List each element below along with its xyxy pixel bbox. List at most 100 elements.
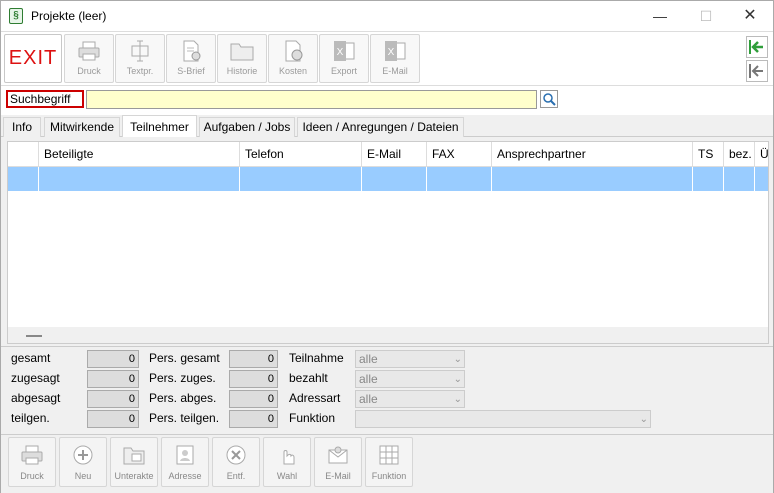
history-button[interactable]: Historie xyxy=(217,34,267,83)
main-window: § Projekte (leer) — ☐ ✕ EXIT Druck Textp… xyxy=(0,0,774,493)
folder-icon xyxy=(230,43,254,61)
filter-select-adressart[interactable]: alle ⌄ xyxy=(355,390,465,408)
tab-strip: Info Mitwirkende Teilnehmer Aufgaben / J… xyxy=(1,115,773,137)
column-header-bez[interactable]: bez. xyxy=(724,142,755,167)
persons-label-abges: Pers. abges. xyxy=(149,391,217,405)
filter-select-bezahlt[interactable]: alle ⌄ xyxy=(355,370,465,388)
chevron-down-icon: ⌄ xyxy=(453,374,462,385)
chevron-down-icon: ⌄ xyxy=(639,414,648,425)
excel-mail-icon: X xyxy=(385,41,406,61)
text-processing-icon xyxy=(131,40,149,62)
table-cell xyxy=(492,167,693,191)
count-label-gesamt: gesamt xyxy=(11,351,51,365)
tab-mitwirkende[interactable]: Mitwirkende xyxy=(44,117,120,137)
text-processing-button[interactable]: Textpr. xyxy=(115,34,165,83)
column-header-fax[interactable]: FAX xyxy=(427,142,492,167)
search-row: Suchbegriff xyxy=(1,85,773,115)
filter-value-teilnahme: alle xyxy=(359,352,378,366)
persons-label-zuges: Pers. zuges. xyxy=(149,371,216,385)
hand-pointer-icon xyxy=(283,450,295,465)
history-label: Historie xyxy=(226,66,258,76)
filter-select-funktion[interactable]: ⌄ xyxy=(355,410,651,428)
filter-label-bezahlt: bezahlt xyxy=(289,371,328,385)
new-label: Neu xyxy=(74,471,92,481)
search-button[interactable] xyxy=(540,90,558,108)
function-button[interactable]: Funktion xyxy=(365,437,413,487)
mail-icon xyxy=(328,446,348,464)
plus-icon xyxy=(73,445,93,465)
table-cell xyxy=(362,167,427,191)
bottom-print-button[interactable]: Druck xyxy=(8,437,56,487)
tab-ideen-anregungen-dateien[interactable]: Ideen / Anregungen / Dateien xyxy=(297,117,464,137)
email-button[interactable]: X E-Mail xyxy=(370,34,420,83)
printer-icon xyxy=(21,445,43,465)
app-icon: § xyxy=(9,8,23,24)
exit-button[interactable]: EXIT xyxy=(4,34,62,83)
select-label: Wahl xyxy=(276,471,298,481)
delete-label: Entf. xyxy=(226,471,246,481)
tab-teilnehmer[interactable]: Teilnehmer xyxy=(122,115,197,137)
search-input[interactable] xyxy=(86,90,537,109)
splitter-grip[interactable] xyxy=(26,335,42,337)
grid-icon xyxy=(379,445,399,465)
table-cell xyxy=(8,167,39,191)
column-header-ansprechpartner[interactable]: Ansprechpartner xyxy=(492,142,693,167)
table-row[interactable] xyxy=(8,167,768,191)
print-button[interactable]: Druck xyxy=(64,34,114,83)
title-bar: § Projekte (leer) — ☐ ✕ xyxy=(1,1,773,31)
toolbar: EXIT Druck Textpr. S-Brief Historie Kost… xyxy=(1,31,773,85)
arrow-left-gray-icon xyxy=(749,64,763,78)
arrow-left-green-icon xyxy=(749,40,763,54)
costs-button[interactable]: Kosten xyxy=(268,34,318,83)
letter-button[interactable]: S-Brief xyxy=(166,34,216,83)
close-button[interactable]: ✕ xyxy=(727,1,773,31)
filter-label-funktion: Funktion xyxy=(289,411,336,425)
maximize-button[interactable]: ☐ xyxy=(683,1,729,31)
count-value-zugesagt: 0 xyxy=(87,370,139,388)
table-cell xyxy=(693,167,724,191)
text-processing-label: Textpr. xyxy=(126,66,154,76)
count-value-gesamt: 0 xyxy=(87,350,139,368)
delete-button[interactable]: Entf. xyxy=(212,437,260,487)
tab-info[interactable]: Info xyxy=(3,117,41,137)
svg-text:X: X xyxy=(388,47,395,58)
subfile-button[interactable]: Unterakte xyxy=(110,437,158,487)
table-cell xyxy=(724,167,755,191)
delete-icon xyxy=(226,445,246,465)
bottom-email-button[interactable]: E-Mail xyxy=(314,437,362,487)
persons-label-teilgen: Pers. teilgen. xyxy=(149,411,220,425)
window-title: Projekte (leer) xyxy=(31,9,107,23)
column-header-selector[interactable] xyxy=(8,142,39,167)
filter-label-teilnahme: Teilnahme xyxy=(289,351,344,365)
svg-text:X: X xyxy=(337,47,344,58)
filter-select-teilnahme[interactable]: alle ⌄ xyxy=(355,350,465,368)
column-header-ts[interactable]: TS xyxy=(693,142,724,167)
tab-aufgaben-jobs[interactable]: Aufgaben / Jobs xyxy=(199,117,295,137)
navigate-in-button[interactable] xyxy=(746,36,768,58)
count-label-zugesagt: zugesagt xyxy=(11,371,60,385)
column-header-email[interactable]: E-Mail xyxy=(362,142,427,167)
persons-value-zuges: 0 xyxy=(229,370,278,388)
address-button[interactable]: Adresse xyxy=(161,437,209,487)
address-book-icon xyxy=(176,445,194,465)
address-label: Adresse xyxy=(168,471,202,481)
column-header-beteiligte[interactable]: Beteiligte xyxy=(39,142,240,167)
export-label: Export xyxy=(330,66,357,76)
persons-value-abges: 0 xyxy=(229,390,278,408)
count-value-abgesagt: 0 xyxy=(87,390,139,408)
costs-label: Kosten xyxy=(278,66,308,76)
bottom-toolbar: Druck Neu Unterakte Adresse Entf. Wahl E… xyxy=(1,434,773,493)
navigate-back-button[interactable] xyxy=(746,60,768,82)
table-cell xyxy=(427,167,492,191)
participants-grid[interactable]: Beteiligte Telefon E-Mail FAX Ansprechpa… xyxy=(7,141,769,344)
column-header-telefon[interactable]: Telefon xyxy=(240,142,362,167)
minimize-button[interactable]: — xyxy=(637,1,683,31)
chevron-down-icon: ⌄ xyxy=(453,354,462,365)
new-button[interactable]: Neu xyxy=(59,437,107,487)
export-button[interactable]: X Export xyxy=(319,34,369,83)
column-header-u[interactable]: Ü xyxy=(755,142,768,167)
letter-label: S-Brief xyxy=(177,66,205,76)
function-label: Funktion xyxy=(371,471,407,481)
grid-header: Beteiligte Telefon E-Mail FAX Ansprechpa… xyxy=(8,142,768,167)
select-button[interactable]: Wahl xyxy=(263,437,311,487)
